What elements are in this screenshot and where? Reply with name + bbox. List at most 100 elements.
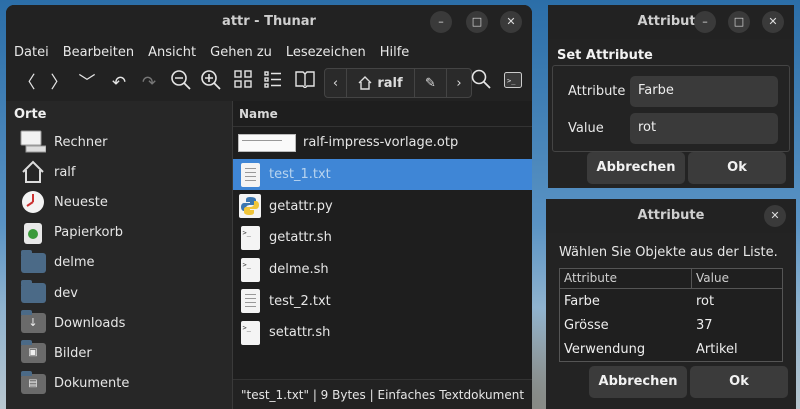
attribute-field[interactable]: Farbe (630, 76, 778, 107)
minimize-button[interactable]: – (694, 11, 716, 33)
terminal-icon[interactable]: >_ (500, 69, 526, 97)
shell-script-icon: >_ (237, 320, 263, 346)
back-icon[interactable]: 〈 (14, 69, 40, 97)
menu-hilfe[interactable]: Hilfe (380, 45, 410, 60)
minimize-button[interactable]: – (430, 11, 452, 33)
column-header-attribute[interactable]: Attribute (560, 269, 692, 288)
maximize-button[interactable]: □ (728, 11, 750, 33)
cancel-button[interactable]: Abbrechen (587, 152, 685, 184)
file-row[interactable]: test_2.txt (233, 285, 532, 317)
sidebar-item-dev[interactable]: dev (6, 278, 232, 308)
column-header-value[interactable]: Value (692, 269, 733, 288)
zoom-out-icon[interactable] (168, 69, 194, 97)
column-header-name[interactable]: Name (233, 101, 532, 127)
sidebar-item-label: ralf (54, 164, 76, 180)
clock-icon (20, 189, 46, 215)
home-icon (358, 76, 372, 90)
parent-folder-icon[interactable]: ﹀ (74, 69, 100, 97)
sidebar-item-label: Downloads (54, 315, 126, 331)
presentation-template-icon (237, 130, 297, 156)
thunar-content: Orte Rechner ralf Neueste Papierkorb del… (6, 101, 532, 409)
value-field[interactable]: rot (630, 113, 778, 144)
undo-icon[interactable]: ↶ (106, 69, 132, 97)
dialog-title: Attribute (637, 14, 705, 29)
file-list: Name ralf-impress-vorlage.otp test_1.txt… (233, 101, 532, 379)
path-bar: ‹ ralf ✎ › (324, 68, 472, 98)
dialog-prompt: Wählen Sie Objekte aus der Liste. (559, 245, 778, 260)
sidebar-item-ralf[interactable]: ralf (6, 157, 232, 187)
path-left-icon[interactable]: ‹ (325, 69, 347, 97)
list-view-icon[interactable] (260, 69, 286, 97)
maximize-button[interactable]: □ (466, 11, 488, 33)
redo-icon[interactable]: ↷ (136, 69, 162, 97)
table-row[interactable]: Verwendung Artikel (560, 337, 782, 361)
table-header: Attribute Value (560, 269, 782, 289)
table-row[interactable]: Farbe rot (560, 289, 782, 313)
edit-path-icon[interactable]: ✎ (415, 69, 447, 97)
sidebar-item-label: dev (54, 285, 78, 301)
file-row[interactable]: >_ getattr.sh (233, 222, 532, 254)
close-button[interactable]: ✕ (500, 11, 522, 33)
menu-ansicht[interactable]: Ansicht (148, 45, 196, 60)
group-title: Set Attribute (557, 48, 653, 63)
dialog-titlebar: Attribute – □ ✕ (548, 5, 794, 39)
window-title: attr - Thunar (222, 14, 316, 29)
file-row[interactable]: ralf-impress-vorlage.otp (233, 127, 532, 159)
table-row[interactable]: Grösse 37 (560, 313, 782, 337)
cancel-button[interactable]: Abbrechen (589, 366, 687, 398)
svg-text:>_: >_ (507, 77, 516, 85)
close-button[interactable]: ✕ (762, 11, 784, 33)
sidebar-item-bilder[interactable]: ▣ Bilder (6, 338, 232, 368)
path-home-button[interactable]: ralf (347, 69, 415, 97)
compact-view-icon[interactable] (292, 69, 318, 97)
file-row[interactable]: >_ delme.sh (233, 254, 532, 286)
shell-script-icon: >_ (237, 225, 263, 251)
menu-bearbeiten[interactable]: Bearbeiten (63, 45, 134, 60)
close-button[interactable]: ✕ (764, 205, 786, 227)
dialog-title: Attribute (637, 208, 705, 223)
sidebar-item-label: Papierkorb (54, 225, 124, 241)
icon-view-icon[interactable] (230, 69, 256, 97)
attribute-table: Attribute Value Farbe rot Grösse 37 Verw… (559, 268, 783, 362)
trash-icon (20, 220, 46, 246)
menu-lesezeichen[interactable]: Lesezeichen (286, 45, 366, 60)
sidebar-item-downloads[interactable]: ↓ Downloads (6, 308, 232, 338)
sidebar-item-delme[interactable]: delme (6, 248, 232, 278)
shell-script-icon: >_ (237, 257, 263, 283)
folder-icon (20, 280, 46, 306)
table-cell: Farbe (564, 293, 600, 309)
file-row-selected[interactable]: test_1.txt (233, 158, 532, 191)
search-icon[interactable] (468, 69, 494, 97)
menu-datei[interactable]: Datei (14, 45, 49, 60)
file-name: ralf-impress-vorlage.otp (303, 135, 459, 151)
sidebar-item-label: Rechner (54, 134, 108, 150)
home-icon (20, 159, 46, 185)
dialog-titlebar: Attribute ✕ (546, 199, 796, 233)
text-file-icon (237, 162, 263, 188)
ok-button[interactable]: Ok (688, 152, 786, 184)
thunar-titlebar: attr - Thunar – □ ✕ (6, 5, 532, 39)
toolbar: 〈 〉 ﹀ ↶ ↷ ‹ ralf ✎ › >_ (6, 65, 532, 101)
table-cell: Grösse (564, 317, 609, 333)
forward-icon[interactable]: 〉 (46, 69, 72, 97)
pictures-folder-icon: ▣ (20, 340, 46, 366)
file-row[interactable]: >_ setattr.sh (233, 317, 532, 349)
sidebar-header: Orte (14, 107, 47, 122)
ok-button[interactable]: Ok (690, 366, 788, 398)
file-name: test_2.txt (269, 293, 331, 309)
zoom-in-icon[interactable] (198, 69, 224, 97)
sidebar-item-papierkorb[interactable]: Papierkorb (6, 218, 232, 248)
path-home-label: ralf (377, 75, 403, 91)
sidebar-item-label: Bilder (54, 345, 92, 361)
value-label: Value (568, 121, 604, 136)
sidebar-item-neueste[interactable]: Neueste (6, 187, 232, 217)
file-name: getattr.sh (269, 230, 332, 246)
sidebar-item-dokumente[interactable]: ▤ Dokumente (6, 369, 232, 399)
table-cell: Verwendung (564, 341, 646, 357)
text-file-icon (237, 288, 263, 314)
sidebar-item-rechner[interactable]: Rechner (6, 127, 232, 157)
thunar-window: attr - Thunar – □ ✕ Datei Bearbeiten Ans… (6, 5, 532, 409)
python-file-icon (237, 193, 263, 219)
menu-gehen-zu[interactable]: Gehen zu (210, 45, 272, 60)
file-row[interactable]: getattr.py (233, 190, 532, 222)
